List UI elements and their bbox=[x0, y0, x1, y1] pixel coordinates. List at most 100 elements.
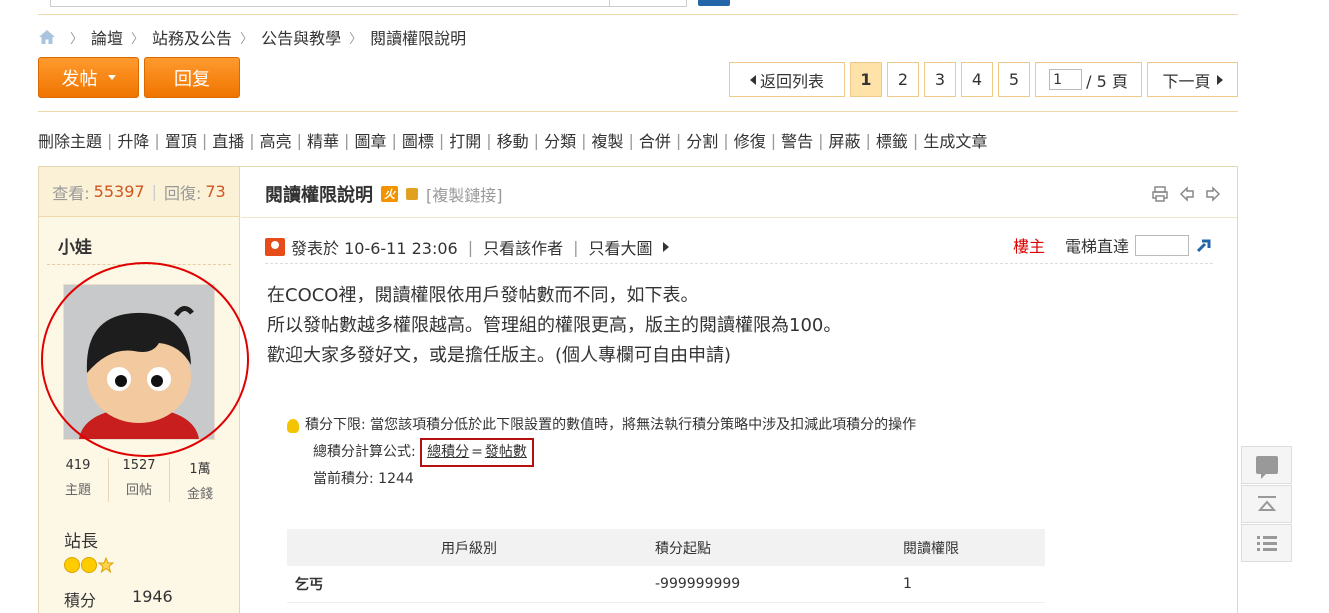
modtool-separator: | bbox=[391, 130, 397, 150]
home-icon[interactable] bbox=[38, 29, 56, 45]
page-4-button[interactable]: 4 bbox=[961, 62, 993, 97]
modtool-16[interactable]: 屏蔽 bbox=[829, 128, 861, 152]
print-icon[interactable] bbox=[1151, 185, 1169, 203]
post-meta-right: 樓主 電梯直達 bbox=[1013, 233, 1213, 257]
points-label: 積分 bbox=[64, 591, 97, 610]
points-info-panel: 積分下限: 當您該項積分低於此下限設置的數值時，將無法執行積分策略中涉及扣減此項… bbox=[287, 413, 916, 492]
next-page-button[interactable]: 下一頁 bbox=[1147, 62, 1238, 97]
breadcrumb-item-site[interactable]: 站務及公告 bbox=[152, 25, 232, 49]
modtool-separator: | bbox=[723, 130, 729, 150]
breadcrumb: 〉 論壇 〉 站務及公告 〉 公告與教學 〉 閱讀權限說明 bbox=[38, 26, 466, 48]
modtool-11[interactable]: 複製 bbox=[591, 128, 623, 152]
only-images-link[interactable]: 只看大圖 bbox=[589, 235, 653, 259]
new-post-label: 发帖 bbox=[61, 68, 98, 90]
back-to-top-button[interactable] bbox=[1241, 485, 1292, 523]
modtool-separator: | bbox=[296, 130, 303, 150]
divider bbox=[38, 14, 1238, 15]
divider bbox=[241, 217, 1237, 218]
chat-icon bbox=[1255, 456, 1278, 479]
modtool-15[interactable]: 警告 bbox=[781, 128, 813, 152]
search-button[interactable] bbox=[698, 0, 730, 6]
modtool-0[interactable]: 刪除主題 bbox=[38, 128, 102, 152]
new-post-button[interactable]: 发帖 bbox=[38, 57, 139, 98]
thread-title-row: 閱讀權限說明 火 [複製鏈接] bbox=[265, 181, 503, 207]
chevron-left-icon bbox=[749, 74, 756, 85]
floor-jump-input[interactable] bbox=[1135, 234, 1189, 256]
post-paragraph: 所以發帖數越多權限越高。管理組的權限更高，版主的閱讀權限為100。 bbox=[267, 315, 842, 336]
copy-link-button[interactable]: [複製鏈接] bbox=[426, 182, 503, 206]
modtool-8[interactable]: 打開 bbox=[449, 128, 481, 152]
modtool-separator: | bbox=[344, 130, 350, 150]
go-arrow-icon[interactable] bbox=[1195, 236, 1213, 254]
divider bbox=[38, 111, 1238, 112]
back-to-list-button[interactable]: 返回列表 bbox=[729, 62, 845, 97]
prev-thread-icon[interactable] bbox=[1179, 185, 1195, 203]
header-start: 積分起點 bbox=[655, 540, 711, 557]
page-1-button[interactable]: 1 bbox=[850, 62, 882, 97]
header-permission: 閱讀權限 bbox=[903, 540, 959, 557]
modtool-separator: | bbox=[486, 130, 492, 150]
formula-box: 總積分 = 發帖數 bbox=[420, 438, 534, 467]
modtool-1[interactable]: 升降 bbox=[117, 128, 149, 152]
money-count[interactable]: 1萬 金錢 bbox=[170, 458, 230, 502]
page-3-button[interactable]: 3 bbox=[924, 62, 956, 97]
search-type-select[interactable] bbox=[609, 0, 687, 7]
modtool-separator: | bbox=[533, 130, 540, 150]
permission-table: 用戶級別 積分起點 閱讀權限 乞丐 -999999999 1 bbox=[287, 529, 1045, 603]
modtool-3[interactable]: 直播 bbox=[212, 128, 244, 152]
page-5-button[interactable]: 5 bbox=[998, 62, 1030, 97]
modtool-separator: | bbox=[818, 130, 824, 150]
author-sidebar: 查看: 55397 | 回復: 73 小娃 419 主題 1527 回帖 1萬 … bbox=[39, 167, 249, 613]
thread-list-button[interactable] bbox=[1241, 524, 1292, 562]
divider bbox=[265, 263, 1213, 264]
modtool-13[interactable]: 分割 bbox=[686, 128, 718, 152]
page-2-button[interactable]: 2 bbox=[887, 62, 919, 97]
modtool-9[interactable]: 移動 bbox=[497, 128, 529, 152]
breadcrumb-item-board[interactable]: 公告與教學 bbox=[261, 25, 341, 49]
author-name[interactable]: 小娃 bbox=[58, 233, 92, 258]
post-meta: 發表於 10-6-11 23:06 | 只看該作者 | 只看大圖 bbox=[265, 235, 669, 259]
breadcrumb-item-thread[interactable]: 閱讀權限說明 bbox=[370, 25, 466, 49]
back-to-list-label: 返回列表 bbox=[759, 71, 824, 91]
floating-panel bbox=[1241, 446, 1292, 563]
modtool-18[interactable]: 生成文章 bbox=[923, 128, 987, 152]
formula-total: 總積分 bbox=[427, 444, 470, 460]
only-author-link[interactable]: 只看該作者 bbox=[483, 235, 563, 259]
author-rank[interactable]: 站長 bbox=[64, 527, 98, 552]
modtool-14[interactable]: 修復 bbox=[734, 128, 766, 152]
chevron-down-icon bbox=[107, 75, 116, 80]
sun-icon bbox=[81, 557, 97, 573]
search-input[interactable] bbox=[50, 0, 610, 7]
modtool-12[interactable]: 合併 bbox=[639, 128, 671, 152]
page-total: / 5 頁 bbox=[1086, 71, 1128, 91]
next-thread-icon[interactable] bbox=[1205, 185, 1221, 203]
cell-permission: 1 bbox=[903, 576, 912, 592]
replies-label: 回復: bbox=[163, 183, 202, 203]
modtool-2[interactable]: 置頂 bbox=[165, 128, 197, 152]
meta-separator: | bbox=[573, 237, 579, 257]
modtool-5[interactable]: 精華 bbox=[307, 128, 339, 152]
replies-count-box[interactable]: 1527 回帖 bbox=[109, 458, 170, 502]
money-label: 金錢 bbox=[186, 487, 213, 502]
sun-icon bbox=[64, 557, 80, 573]
modtool-10[interactable]: 分類 bbox=[544, 128, 576, 152]
reply-button[interactable]: 回复 bbox=[144, 57, 240, 98]
topics-count[interactable]: 419 主題 bbox=[48, 458, 109, 502]
modtool-separator: | bbox=[912, 130, 919, 150]
breadcrumb-item-forum[interactable]: 論壇 bbox=[91, 25, 123, 49]
page-jump-input[interactable]: 1 bbox=[1049, 69, 1083, 90]
modtool-4[interactable]: 高亮 bbox=[260, 128, 292, 152]
modtool-6[interactable]: 圖章 bbox=[354, 128, 386, 152]
modtool-7[interactable]: 圖標 bbox=[402, 128, 434, 152]
highlight-circle bbox=[41, 262, 249, 457]
modtool-separator: | bbox=[201, 130, 208, 150]
thread-tools bbox=[1151, 185, 1221, 203]
post-content: 閱讀權限說明 火 [複製鏈接] 發表於 10-6-11 23:06 | 只看該作… bbox=[241, 167, 1237, 613]
modtool-separator: | bbox=[107, 130, 113, 150]
views-label: 查看: bbox=[52, 183, 90, 203]
author-points: 積分 1946 bbox=[64, 587, 173, 611]
modtool-17[interactable]: 標籤 bbox=[876, 128, 908, 152]
replies-count: 73 bbox=[205, 182, 226, 201]
quick-reply-button[interactable] bbox=[1241, 446, 1292, 484]
current-points: 當前積分: 1244 bbox=[313, 471, 414, 487]
